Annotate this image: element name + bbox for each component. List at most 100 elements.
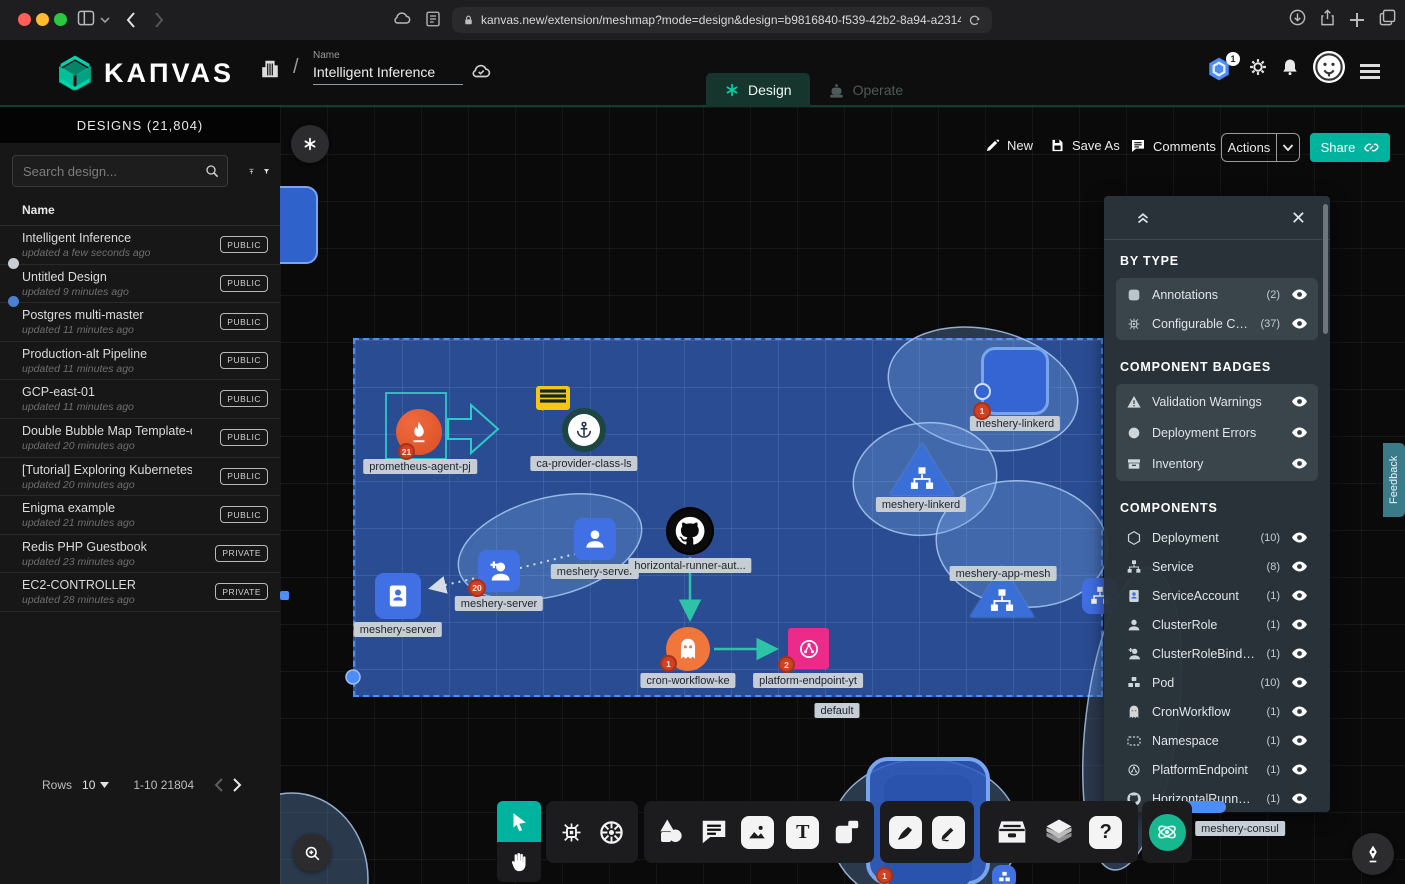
prev-page-icon[interactable] — [214, 778, 223, 792]
tool-pan-hand[interactable] — [497, 842, 541, 882]
forward-icon[interactable] — [153, 11, 165, 29]
sidebar-toggle-icon[interactable] — [76, 8, 96, 28]
kanvas-logo[interactable]: KAΠVAS — [56, 54, 234, 92]
eye-icon[interactable] — [1290, 790, 1308, 807]
design-row[interactable]: EC2-CONTROLLER updated 28 minutes ago PR… — [0, 573, 280, 612]
component-row-clusterrolebinding[interactable]: ClusterRoleBinding(1) — [1116, 639, 1318, 668]
tool-pencil-button[interactable] — [932, 816, 965, 849]
design-row[interactable]: Double Bubble Map Template-copy updated … — [0, 419, 280, 458]
node-meshery-linkerd-svc[interactable] — [890, 443, 954, 495]
close-icon[interactable]: ✕ — [1291, 209, 1306, 227]
meshery-extension-button[interactable] — [1149, 814, 1186, 851]
collapse-all-icon[interactable] — [1134, 209, 1152, 227]
design-row[interactable]: Enigma example updated 21 minutes ago PU… — [0, 496, 280, 535]
design-canvas[interactable]: New Save As Comments Actions Share 21 pr… — [280, 107, 1405, 884]
eye-icon[interactable] — [1290, 424, 1308, 441]
eye-icon[interactable] — [1290, 393, 1308, 410]
eye-icon[interactable] — [1290, 761, 1308, 778]
eye-icon[interactable] — [1290, 315, 1308, 332]
shape-arrow-annotation[interactable] — [448, 405, 498, 453]
badge-row-deployment-errors[interactable]: Deployment Errors — [1116, 417, 1318, 448]
error-badge[interactable]: 1 — [876, 867, 893, 884]
design-row[interactable]: [Tutorial] Exploring Kubernetes Pod upda… — [0, 458, 280, 497]
bell-icon[interactable] — [1280, 57, 1300, 77]
component-row-namespace[interactable]: Namespace(1) — [1116, 726, 1318, 755]
new-tab-icon[interactable] — [1348, 11, 1366, 29]
tab-operate[interactable]: Operate — [810, 73, 922, 107]
eye-icon[interactable] — [1290, 732, 1308, 749]
eye-icon[interactable] — [1290, 286, 1308, 303]
node-meshery-server-serviceaccount[interactable] — [375, 573, 421, 619]
node-small-pod[interactable] — [992, 865, 1016, 884]
rows-per-page-select[interactable]: 10 — [82, 778, 109, 792]
tool-frame-icon[interactable] — [832, 817, 862, 847]
component-row-pod[interactable]: Pod(10) — [1116, 668, 1318, 697]
tool-comment-icon[interactable] — [699, 817, 729, 847]
design-row[interactable]: GCP-east-01 updated 11 minutes ago PUBLI… — [0, 380, 280, 419]
design-row[interactable]: Redis PHP Guestbook updated 23 minutes a… — [0, 535, 280, 574]
tool-drawer-icon[interactable] — [996, 816, 1028, 848]
downloads-icon[interactable] — [1288, 8, 1307, 27]
reader-icon[interactable] — [424, 10, 442, 28]
chevron-down-icon[interactable] — [100, 15, 110, 25]
component-row-service[interactable]: Service(8) — [1116, 552, 1318, 581]
eye-icon[interactable] — [1290, 587, 1308, 604]
share-button[interactable]: Share — [1310, 133, 1390, 162]
refresh-icon[interactable] — [967, 13, 982, 28]
tab-design[interactable]: Design — [706, 73, 810, 107]
component-row-deployment[interactable]: Deployment(10) — [1116, 523, 1318, 552]
node-horizontal-runner[interactable] — [668, 509, 712, 553]
component-row-platformendpoint[interactable]: PlatformEndpoint(1) — [1116, 755, 1318, 784]
tool-shapes-icon[interactable] — [656, 817, 686, 847]
import-design-icon[interactable] — [248, 163, 255, 180]
comments-button[interactable]: Comments — [1130, 138, 1216, 154]
tool-image-button[interactable] — [741, 816, 774, 849]
design-name-input[interactable] — [313, 61, 463, 85]
badge-row-inventory[interactable]: Inventory — [1116, 448, 1318, 479]
annotation-pen-button[interactable] — [1352, 833, 1394, 875]
node-meshery-linkerd-ns[interactable] — [981, 347, 1049, 415]
back-icon[interactable] — [125, 11, 137, 29]
badge-row-validation[interactable]: Validation Warnings — [1116, 386, 1318, 417]
selection-handle[interactable] — [346, 670, 360, 684]
next-page-icon[interactable] — [233, 778, 242, 792]
component-row-clusterrole[interactable]: ClusterRole(1) — [1116, 610, 1318, 639]
eye-icon[interactable] — [1290, 616, 1308, 633]
error-badge[interactable]: 21 — [398, 443, 415, 460]
node-clipped-dot[interactable] — [280, 591, 289, 600]
new-button[interactable]: New — [985, 138, 1033, 153]
type-row-configurable[interactable]: Configurable Compon (37) — [1116, 309, 1318, 338]
design-row[interactable]: Intelligent Inference updated a few seco… — [0, 226, 280, 265]
minimize-window-button[interactable] — [36, 13, 49, 26]
eye-icon[interactable] — [1290, 645, 1308, 662]
search-input[interactable] — [12, 155, 228, 187]
node-clipped-left[interactable] — [280, 186, 318, 264]
eye-icon[interactable] — [1290, 703, 1308, 720]
tool-help-button[interactable]: ? — [1089, 816, 1122, 849]
eye-icon[interactable] — [1290, 455, 1308, 472]
filter-icon[interactable] — [263, 163, 270, 180]
feedback-tab[interactable]: Feedback — [1383, 443, 1405, 517]
tool-select-cursor[interactable] — [497, 801, 541, 842]
icloud-icon[interactable] — [392, 8, 412, 28]
share-icon[interactable] — [1318, 8, 1337, 27]
organization-icon[interactable] — [259, 58, 281, 80]
actions-button[interactable]: Actions — [1221, 133, 1300, 162]
design-row[interactable]: Production-alt Pipeline updated 11 minut… — [0, 342, 280, 381]
eye-icon[interactable] — [1290, 674, 1308, 691]
url-bar[interactable]: kanvas.new/extension/meshmap?mode=design… — [452, 7, 992, 33]
node-meshery-server-clusterrole[interactable] — [574, 518, 616, 560]
error-badge[interactable]: 1 — [660, 655, 677, 672]
type-row-annotations[interactable]: Annotations (2) — [1116, 280, 1318, 309]
zoom-button[interactable] — [293, 834, 331, 872]
save-as-button[interactable]: Save As — [1050, 138, 1120, 153]
tool-pen-button[interactable] — [889, 816, 922, 849]
tab-overview-icon[interactable] — [1378, 8, 1397, 27]
error-badge[interactable]: 1 — [973, 402, 991, 420]
gear-icon[interactable] — [1248, 57, 1268, 77]
tool-components-icon[interactable] — [558, 819, 585, 846]
actions-caret-icon[interactable] — [1277, 144, 1299, 152]
tool-layers-icon[interactable] — [1044, 817, 1074, 847]
error-badge[interactable]: 20 — [468, 579, 486, 597]
design-row[interactable]: Postgres multi-master updated 11 minutes… — [0, 303, 280, 342]
